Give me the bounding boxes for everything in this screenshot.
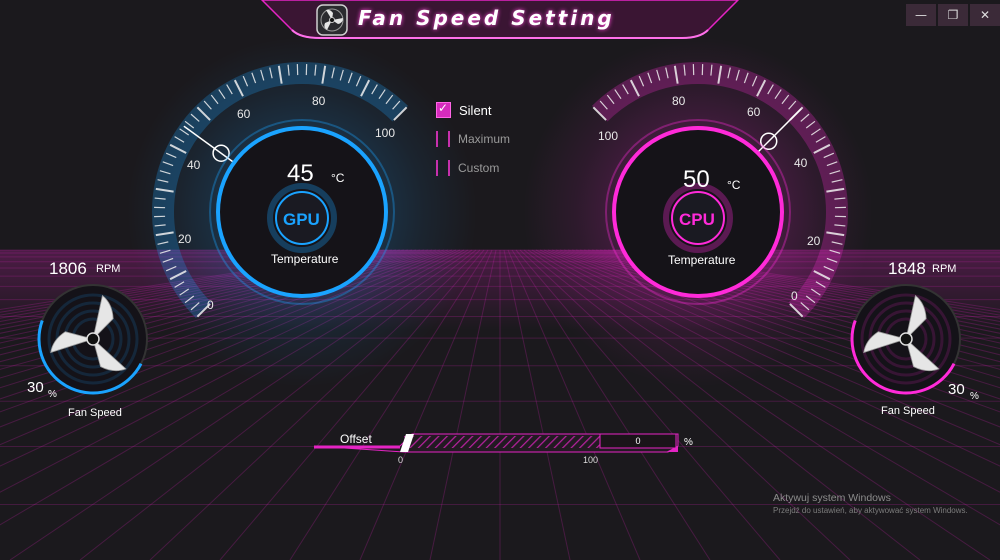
- mode-custom[interactable]: Custom: [436, 160, 499, 176]
- gpu-scale-0: 0: [207, 298, 214, 312]
- gpu-fan-percent-unit: %: [48, 389, 57, 400]
- offset-max-label: 100: [583, 455, 599, 465]
- offset-unit: %: [684, 437, 693, 448]
- window-controls: — ❐ ✕: [904, 4, 1000, 26]
- cpu-fan-percent-unit: %: [970, 391, 979, 402]
- fan-logo-icon: [316, 4, 348, 36]
- checkbox-checked-icon: [436, 101, 451, 118]
- cpu-scale-20: 20: [807, 234, 821, 248]
- offset-value-field[interactable]: 0: [601, 435, 675, 448]
- cpu-fan-label: Fan Speed: [881, 405, 935, 417]
- gpu-fan-rpm-unit: RPM: [96, 263, 121, 275]
- offset-label: Offset: [340, 432, 372, 446]
- gpu-scale-40: 40: [187, 158, 201, 172]
- cpu-scale-40: 40: [794, 156, 808, 170]
- window-title: Fan Speed Setting: [358, 6, 615, 30]
- cpu-scale-60: 60: [747, 105, 761, 119]
- cpu-fan-percent: 30: [948, 381, 965, 398]
- mode-custom-label: Custom: [458, 161, 500, 175]
- mode-maximum[interactable]: Maximum: [436, 131, 510, 147]
- gpu-scale-20: 20: [178, 232, 192, 246]
- offset-min-label: 0: [398, 455, 404, 465]
- cpu-scale-80: 80: [672, 94, 686, 108]
- gpu-scale-80: 80: [312, 94, 326, 108]
- checkbox-unchecked-icon: [436, 160, 450, 176]
- gpu-scale-60: 60: [237, 107, 251, 121]
- cpu-temp-unit: °C: [727, 178, 741, 192]
- close-button[interactable]: ✕: [970, 4, 1000, 26]
- cpu-temp-label: Temperature: [668, 253, 736, 267]
- activation-watermark-title: Aktywuj system Windows: [773, 492, 891, 504]
- cpu-fan-rpm-unit: RPM: [932, 263, 957, 275]
- app-window: Fan Speed Setting — ❐ ✕ 0 20 40 60 80 10…: [0, 0, 1000, 560]
- close-icon: ✕: [979, 8, 991, 22]
- cpu-temp-value: 50: [683, 166, 710, 193]
- minimize-button[interactable]: —: [906, 4, 936, 26]
- cpu-scale-100: 100: [598, 129, 619, 143]
- gpu-temp-label: Temperature: [271, 252, 339, 266]
- activation-watermark-text: Przejdź do ustawień, aby aktywować syste…: [773, 506, 968, 515]
- checkbox-unchecked-icon: [436, 131, 450, 147]
- minimize-icon: —: [915, 8, 927, 22]
- gpu-temp-unit: °C: [331, 171, 345, 185]
- gpu-fan-percent: 30: [27, 379, 44, 396]
- restore-button[interactable]: ❐: [938, 4, 968, 26]
- gpu-fan-rpm: 1806: [49, 259, 87, 278]
- cpu-scale-0: 0: [791, 289, 798, 303]
- restore-icon: ❐: [947, 8, 959, 22]
- gpu-temp-value: 45: [287, 160, 314, 187]
- mode-silent-label: Silent: [459, 102, 492, 118]
- mode-silent[interactable]: Silent: [436, 101, 492, 118]
- gpu-fan-label: Fan Speed: [68, 407, 122, 419]
- gpu-chip-label: GPU: [283, 210, 320, 229]
- gpu-scale-100: 100: [375, 126, 396, 140]
- mode-maximum-label: Maximum: [458, 132, 511, 146]
- cpu-fan-rpm: 1848: [888, 259, 926, 278]
- cpu-chip-label: CPU: [679, 210, 715, 229]
